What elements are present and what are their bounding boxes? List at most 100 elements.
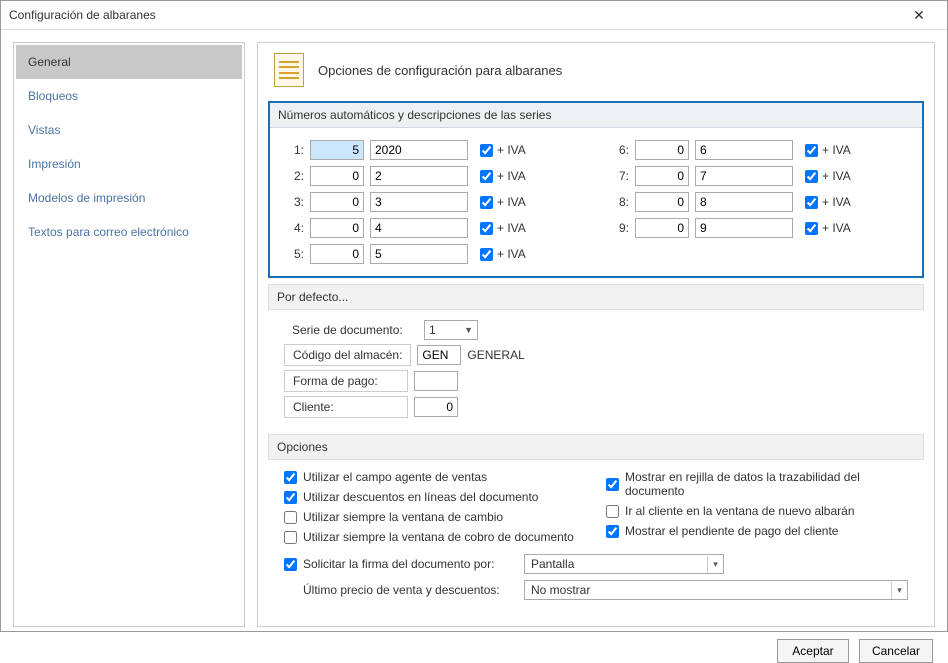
serie-label: Serie de documento:	[284, 320, 418, 340]
series-iva-wrap[interactable]: + IVA	[480, 195, 526, 209]
nav-item-modelos[interactable]: Modelos de impresión	[16, 181, 242, 215]
series-row: 7: + IVA	[611, 166, 906, 186]
series-col-right: 6:+ IVA7:+ IVA8:+ IVA9:+ IVA	[611, 140, 906, 264]
option-row: Utilizar descuentos en líneas del docume…	[284, 490, 586, 504]
series-iva-checkbox[interactable]	[805, 196, 818, 209]
series-desc-input[interactable]	[370, 244, 468, 264]
series-desc-input[interactable]	[695, 218, 793, 238]
cliente-label: Cliente:	[284, 396, 408, 418]
series-row: 6:+ IVA	[611, 140, 906, 160]
series-iva-label: + IVA	[822, 143, 851, 157]
dropdown-arrow-icon: ▾	[891, 582, 907, 599]
series-iva-wrap[interactable]: + IVA	[805, 143, 851, 157]
series-desc-input[interactable]	[370, 218, 468, 238]
series-iva-label: + IVA	[497, 169, 526, 183]
series-iva-wrap[interactable]: + IVA	[480, 247, 526, 261]
series-iva-checkbox[interactable]	[805, 170, 818, 183]
nav-item-vistas[interactable]: Vistas	[16, 113, 242, 147]
firma-combo[interactable]: Pantalla ▾	[524, 554, 724, 574]
series-number-input[interactable]	[310, 244, 364, 264]
series-iva-checkbox[interactable]	[480, 248, 493, 261]
option-checkbox[interactable]	[606, 525, 619, 538]
dropdown-arrow-icon: ▼	[464, 325, 473, 335]
series-number-input[interactable]	[310, 140, 364, 160]
series-row: 8: + IVA	[611, 192, 906, 212]
option-checkbox[interactable]	[606, 478, 619, 491]
options-col-right: Mostrar en rejilla de datos la trazabili…	[606, 470, 908, 544]
precio-combo[interactable]: No mostrar ▾	[524, 580, 908, 600]
series-index-label: 8:	[611, 195, 629, 209]
series-number-input[interactable]	[635, 166, 689, 186]
nav-item-textos[interactable]: Textos para correo electrónico	[16, 215, 242, 249]
close-button[interactable]: ✕	[899, 1, 939, 29]
document-icon	[274, 53, 304, 87]
series-row: 2:+ IVA	[286, 166, 581, 186]
series-group-title: Números automáticos y descripciones de l…	[270, 103, 922, 128]
series-iva-wrap[interactable]: + IVA	[480, 221, 526, 235]
series-number-input[interactable]	[635, 140, 689, 160]
option-checkbox[interactable]	[284, 531, 297, 544]
series-iva-wrap[interactable]: + IVA	[480, 169, 526, 183]
series-iva-checkbox[interactable]	[480, 144, 493, 157]
series-desc-input[interactable]	[695, 166, 793, 186]
option-row: Utilizar siempre la ventana de cobro de …	[284, 530, 586, 544]
options-group: Opciones Utilizar el campo agente de ven…	[268, 434, 924, 610]
series-iva-checkbox[interactable]	[480, 170, 493, 183]
series-iva-wrap[interactable]: + IVA	[480, 143, 526, 157]
series-number-input[interactable]	[310, 192, 364, 212]
series-group: Números automáticos y descripciones de l…	[268, 101, 924, 278]
series-iva-checkbox[interactable]	[805, 144, 818, 157]
firma-label: Solicitar la firma del documento por:	[303, 557, 494, 571]
option-label: Ir al cliente en la ventana de nuevo alb…	[625, 504, 855, 518]
series-desc-input[interactable]	[370, 166, 468, 186]
nav-item-impresion[interactable]: Impresión	[16, 147, 242, 181]
series-iva-label: + IVA	[497, 221, 526, 235]
defaults-group: Por defecto... Serie de documento: 1 ▼ C…	[268, 284, 924, 428]
option-checkbox[interactable]	[284, 511, 297, 524]
option-label: Utilizar descuentos en líneas del docume…	[303, 490, 538, 504]
series-iva-wrap[interactable]: + IVA	[805, 221, 851, 235]
series-iva-label: + IVA	[822, 221, 851, 235]
series-row: 1:+ IVA	[286, 140, 581, 160]
dialog-body: General Bloqueos Vistas Impresión Modelo…	[1, 30, 947, 639]
series-desc-input[interactable]	[695, 192, 793, 212]
option-checkbox[interactable]	[284, 491, 297, 504]
series-number-input[interactable]	[310, 166, 364, 186]
series-iva-checkbox[interactable]	[805, 222, 818, 235]
series-desc-input[interactable]	[370, 192, 468, 212]
firma-checkbox[interactable]	[284, 558, 297, 571]
series-row: 4:+ IVA	[286, 218, 581, 238]
nav-item-bloqueos[interactable]: Bloqueos	[16, 79, 242, 113]
forma-input[interactable]	[414, 371, 458, 391]
series-number-input[interactable]	[635, 218, 689, 238]
series-iva-wrap[interactable]: + IVA	[805, 195, 851, 209]
series-index-label: 7:	[611, 169, 629, 183]
series-desc-input[interactable]	[370, 140, 468, 160]
dropdown-arrow-icon: ▾	[707, 556, 723, 573]
series-desc-input[interactable]	[695, 140, 793, 160]
series-number-input[interactable]	[635, 192, 689, 212]
forma-label: Forma de pago:	[284, 370, 408, 392]
accept-button[interactable]: Aceptar	[777, 639, 849, 663]
serie-combo[interactable]: 1 ▼	[424, 320, 478, 340]
cancel-button[interactable]: Cancelar	[859, 639, 933, 663]
firma-value: Pantalla	[531, 557, 574, 571]
series-iva-checkbox[interactable]	[480, 222, 493, 235]
option-checkbox[interactable]	[606, 505, 619, 518]
series-number-input[interactable]	[310, 218, 364, 238]
series-iva-wrap[interactable]: + IVA	[805, 169, 851, 183]
cliente-input[interactable]	[414, 397, 458, 417]
almacen-code-input[interactable]	[417, 345, 461, 365]
sidebar-nav: General Bloqueos Vistas Impresión Modelo…	[13, 42, 245, 627]
content-title: Opciones de configuración para albaranes	[318, 63, 562, 78]
option-label: Utilizar siempre la ventana de cobro de …	[303, 530, 574, 544]
precio-value: No mostrar	[531, 583, 590, 597]
almacen-desc: GENERAL	[467, 348, 524, 362]
series-row: 3:+ IVA	[286, 192, 581, 212]
option-checkbox[interactable]	[284, 471, 297, 484]
series-row: 5:+ IVA	[286, 244, 581, 264]
series-iva-checkbox[interactable]	[480, 196, 493, 209]
series-iva-label: + IVA	[497, 247, 526, 261]
nav-item-general[interactable]: General	[16, 45, 242, 79]
series-iva-label: + IVA	[822, 195, 851, 209]
